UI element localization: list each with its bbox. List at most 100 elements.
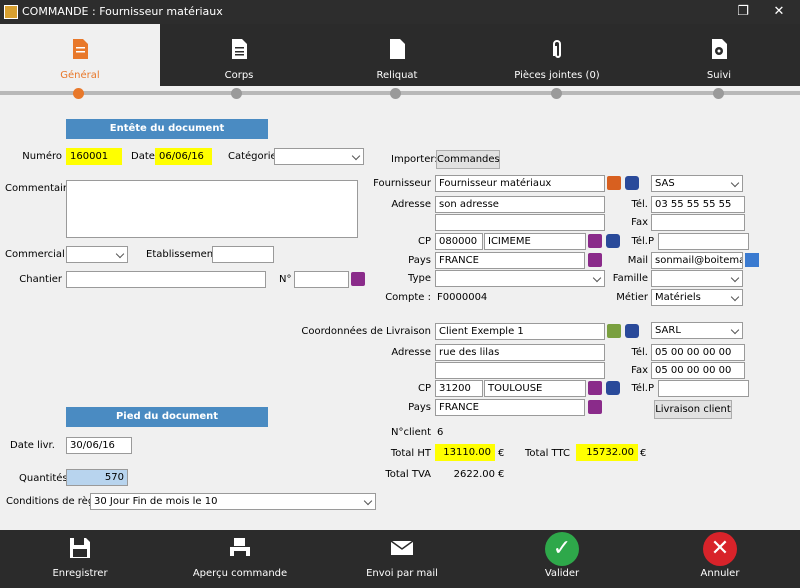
type-select[interactable] xyxy=(435,270,605,287)
book-icon[interactable] xyxy=(351,272,365,286)
person-icon[interactable] xyxy=(607,176,621,190)
tab-suivi[interactable]: Suivi xyxy=(638,24,800,86)
pays-field[interactable]: FRANCE xyxy=(435,252,585,269)
tab-reliquat[interactable]: Reliquat xyxy=(318,24,476,86)
mail-field[interactable]: sonmail@boitemail.fr xyxy=(651,252,743,269)
book-icon[interactable] xyxy=(588,253,602,267)
send-mail-icon[interactable] xyxy=(745,253,759,267)
famille-label: Famille xyxy=(612,273,648,284)
cp-label: CP xyxy=(417,236,431,247)
delivery-forme-select[interactable]: SARL xyxy=(651,322,743,339)
document-gear-icon xyxy=(709,38,729,60)
delivery-fax-label: Fax xyxy=(631,365,648,376)
adresse2-field[interactable] xyxy=(435,214,605,231)
supplier-forme-select[interactable]: SAS xyxy=(651,175,743,192)
client-icon[interactable] xyxy=(607,324,621,338)
adresse1-field[interactable]: son adresse xyxy=(435,196,605,213)
tel-field[interactable]: 03 55 55 55 55 xyxy=(651,196,745,213)
book-icon[interactable] xyxy=(588,400,602,414)
apercu-commande-button[interactable]: Aperçu commande xyxy=(190,530,290,588)
telp-label: Tél.P xyxy=(631,236,654,247)
famille-select[interactable] xyxy=(651,270,743,287)
livraison-client-field[interactable]: Client Exemple 1 xyxy=(435,323,605,340)
commercial-label: Commercial xyxy=(5,249,65,260)
delivery-tel-field[interactable]: 05 00 00 00 00 xyxy=(651,344,745,361)
document-icon xyxy=(70,38,90,60)
app-icon xyxy=(4,5,18,19)
livraison-client-button[interactable]: Livraison client xyxy=(654,400,732,419)
step-dot-pieces xyxy=(551,88,562,99)
close-window-icon[interactable]: ✕ xyxy=(762,2,796,22)
delivery-pays-field[interactable]: FRANCE xyxy=(435,399,585,416)
printer-icon xyxy=(228,536,252,560)
restore-icon[interactable]: ❐ xyxy=(726,2,760,22)
book-icon[interactable] xyxy=(588,234,602,248)
document-lines-icon xyxy=(229,38,249,60)
importer-label: Importer: xyxy=(391,154,438,165)
commercial-select[interactable] xyxy=(66,246,128,263)
tab-pieces-jointes-label: Pièces jointes (0) xyxy=(514,70,600,81)
fournisseur-label: Fournisseur xyxy=(373,178,431,189)
binoculars-icon[interactable] xyxy=(625,324,639,338)
total-ht-value: 13110.00 xyxy=(435,444,495,461)
delivery-telp-label: Tél.P xyxy=(631,383,654,394)
type-label: Type xyxy=(408,273,431,284)
annuler-button[interactable]: ✕ Annuler xyxy=(670,530,770,588)
fournisseur-field[interactable]: Fournisseur matériaux xyxy=(435,175,605,192)
telp-field[interactable] xyxy=(658,233,749,250)
window-title: COMMANDE : Fournisseur matériaux xyxy=(22,5,223,18)
delivery-adresse1-field[interactable]: rue des lilas xyxy=(435,344,605,361)
step-dot-corps xyxy=(231,88,242,99)
book-icon[interactable] xyxy=(588,381,602,395)
metier-select[interactable]: Matériels xyxy=(651,289,743,306)
pied-header: Pied du document xyxy=(66,407,268,427)
blank-document-icon xyxy=(387,38,407,60)
quantites-label: Quantités xyxy=(19,473,68,484)
delivery-adresse-label: Adresse xyxy=(391,347,431,358)
title-bar: COMMANDE : Fournisseur matériaux ❐ ✕ xyxy=(0,0,800,24)
delivery-ville-field[interactable]: TOULOUSE xyxy=(484,380,586,397)
date-label: Date xyxy=(131,151,155,162)
chantier-field[interactable] xyxy=(66,271,266,288)
pays-label: Pays xyxy=(408,255,431,266)
envoi-mail-button[interactable]: Envoi par mail xyxy=(352,530,452,588)
commandes-button[interactable]: Commandes xyxy=(436,150,500,169)
date-livr-field[interactable]: 30/06/16 xyxy=(66,437,132,454)
valider-button[interactable]: ✓ Valider xyxy=(512,530,612,588)
categorie-select[interactable] xyxy=(274,148,364,165)
tab-general-label: Général xyxy=(60,70,100,81)
commentaire-label: Commentaire xyxy=(5,183,73,194)
tab-reliquat-label: Reliquat xyxy=(376,70,418,81)
fax-field[interactable] xyxy=(651,214,745,231)
chantier-label: Chantier xyxy=(19,274,62,285)
tab-corps-label: Corps xyxy=(224,70,254,81)
tab-pieces-jointes[interactable]: Pièces jointes (0) xyxy=(476,24,638,86)
no-label: N° xyxy=(279,274,292,285)
delivery-fax-field[interactable]: 05 00 00 00 00 xyxy=(651,362,745,379)
paperclip-icon xyxy=(547,38,567,60)
conditions-select[interactable]: 30 Jour Fin de mois le 10 xyxy=(90,493,376,510)
etablissement-field[interactable] xyxy=(212,246,274,263)
total-ttc-value: 15732.00 xyxy=(576,444,638,461)
commentaire-field[interactable] xyxy=(66,180,358,238)
nclient-label: N°client xyxy=(391,427,431,438)
tel-label: Tél. xyxy=(631,199,648,210)
tab-corps[interactable]: Corps xyxy=(160,24,318,86)
ville-field[interactable]: ICIMEME xyxy=(484,233,586,250)
total-ht-label: Total HT xyxy=(390,448,431,459)
compte-value: F0000004 xyxy=(437,292,488,303)
no-field[interactable] xyxy=(294,271,349,288)
date-field[interactable]: 06/06/16 xyxy=(155,148,212,165)
delivery-telp-field[interactable] xyxy=(658,380,749,397)
enregistrer-button[interactable]: Enregistrer xyxy=(30,530,130,588)
binoculars-icon[interactable] xyxy=(625,176,639,190)
tab-general[interactable]: Général xyxy=(0,24,160,86)
bottom-toolbar: Enregistrer Aperçu commande Envoi par ma… xyxy=(0,530,800,588)
delivery-pays-label: Pays xyxy=(408,402,431,413)
cp-field[interactable]: 080000 xyxy=(435,233,483,250)
delivery-adresse2-field[interactable] xyxy=(435,362,605,379)
delivery-cp-field[interactable]: 31200 xyxy=(435,380,483,397)
numero-label: Numéro xyxy=(22,151,62,162)
total-ttc-label: Total TTC xyxy=(525,448,570,459)
numero-field[interactable]: 160001 xyxy=(66,148,122,165)
